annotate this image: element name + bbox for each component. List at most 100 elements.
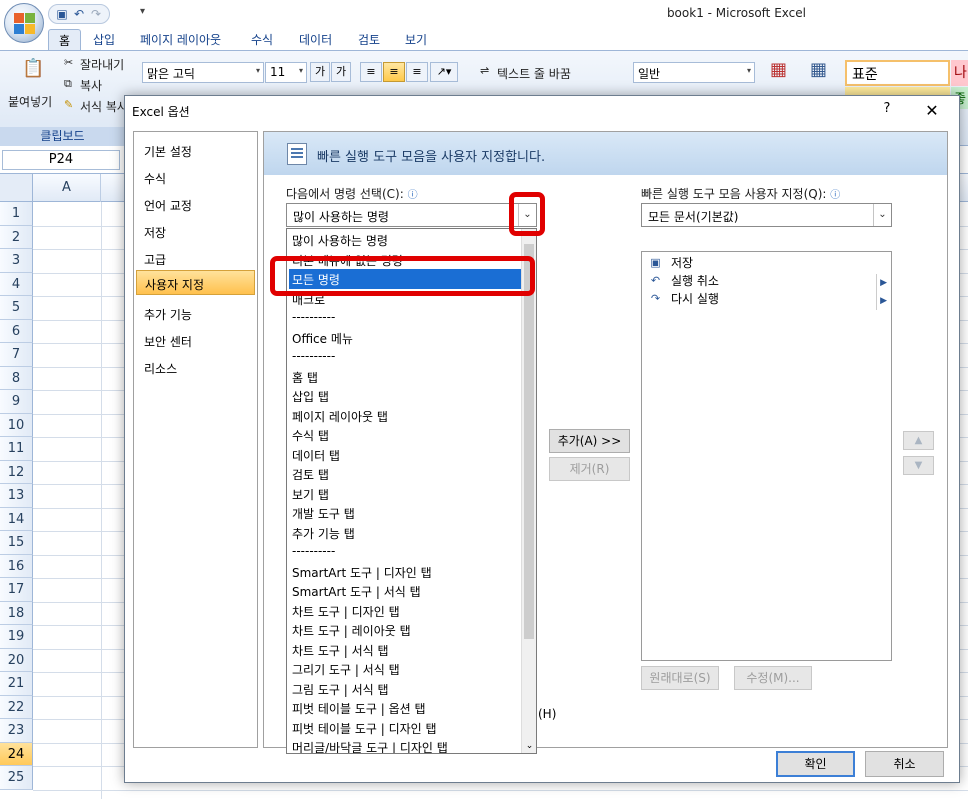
dropdown-option[interactable]: 머리글/바닥글 도구 | 디자인 탭 [289,737,522,753]
help-icon[interactable]: ? [877,101,897,121]
row-header[interactable]: 25 [0,766,33,790]
dropdown-option[interactable]: 피벗 테이블 도구 | 디자인 탭 [289,718,522,738]
row-header[interactable]: 23 [0,719,33,743]
nav-item-customize[interactable]: 사용자 지정 [136,270,255,295]
reset-button[interactable]: 원래대로(S) [641,666,719,690]
nav-item-resources[interactable]: 리소스 [136,355,255,380]
tab-insert[interactable]: 삽입 [83,29,125,50]
tab-view[interactable]: 보기 [395,29,437,50]
dropdown-option[interactable]: SmartArt 도구 | 디자인 탭 [289,562,522,582]
column-header-a[interactable]: A [33,174,101,202]
style-normal[interactable]: 표준 [845,60,950,86]
number-format-combo[interactable]: 일반 ▾ [633,62,755,83]
tab-formulas[interactable]: 수식 [241,29,283,50]
dropdown-option[interactable]: Office 메뉴 [289,328,522,348]
dropdown-scrollbar[interactable]: ⌄ [521,229,536,753]
scroll-down-icon[interactable]: ⌄ [524,741,535,751]
list-item[interactable]: ↶ 실행 취소 ▶ [644,272,889,292]
dropdown-option[interactable]: 홈 탭 [289,367,522,387]
dropdown-option[interactable]: ---------- [289,542,522,562]
row-header[interactable]: 5 [0,296,33,320]
row-header[interactable]: 13 [0,484,33,508]
dropdown-option[interactable]: 그림 도구 | 서식 탭 [289,679,522,699]
row-header[interactable]: 11 [0,437,33,461]
nav-item-advanced[interactable]: 고급 [136,246,255,271]
commands-dropdown-list[interactable]: 많이 사용하는 명령 리본 메뉴에 없는 명령 모든 명령 매크로 ----------… [286,228,537,754]
select-all-corner[interactable] [0,174,33,202]
align-middle-button[interactable]: ≡ [383,62,405,82]
row-header[interactable]: 3 [0,249,33,273]
row-header[interactable]: 8 [0,366,33,390]
ok-button[interactable]: 확인 [776,751,855,777]
style-bad[interactable]: 나 [951,60,968,86]
nav-item-addins[interactable]: 추가 기능 [136,301,255,326]
align-top-button[interactable]: ≡ [360,62,382,82]
nav-item-save[interactable]: 저장 [136,219,255,244]
row-header[interactable]: 18 [0,601,33,625]
chevron-down-icon[interactable]: ⌄ [873,204,891,226]
row-header[interactable]: 16 [0,554,33,578]
align-bottom-button[interactable]: ≡ [406,62,428,82]
dropdown-option[interactable]: 차트 도구 | 디자인 탭 [289,601,522,621]
font-name-combo[interactable]: 맑은 고딕 ▾ [142,62,264,83]
dropdown-option[interactable]: 추가 기능 탭 [289,523,522,543]
cut-button[interactable]: 잘라내기 [80,56,124,73]
font-size-combo[interactable]: 11 ▾ [265,62,307,83]
row-header[interactable]: 22 [0,695,33,719]
qat-commands-list[interactable]: ▣ 저장 ↶ 실행 취소 ▶ ↷ 다시 실행 ▶ [641,251,892,661]
nav-item-popular[interactable]: 기본 설정 [136,138,255,163]
dropdown-option[interactable]: 페이지 레이아웃 탭 [289,406,522,426]
move-down-button[interactable]: ▼ [903,456,934,475]
name-box[interactable]: P24 [2,150,120,170]
wrap-text-button[interactable]: 텍스트 줄 바꿈 [497,65,571,82]
scrollbar-thumb[interactable] [524,244,534,639]
dropdown-option[interactable]: 차트 도구 | 서식 탭 [289,640,522,660]
row-header[interactable]: 6 [0,319,33,343]
dropdown-option[interactable]: ---------- [289,347,522,367]
row-header[interactable]: 24 [0,742,33,766]
move-up-button[interactable]: ▲ [903,431,934,450]
copy-button[interactable]: 복사 [80,77,102,94]
format-painter-button[interactable]: 서식 복사 [80,98,128,115]
nav-item-proofing[interactable]: 언어 교정 [136,192,255,217]
row-header[interactable]: 2 [0,225,33,249]
cancel-button[interactable]: 취소 [865,751,944,777]
row-header[interactable]: 21 [0,672,33,696]
choose-commands-combo[interactable]: 많이 사용하는 명령 ⌄ [286,203,537,227]
add-button[interactable]: 추가(A) >> [549,429,630,453]
row-header[interactable]: 12 [0,460,33,484]
list-item[interactable]: ▣ 저장 [644,254,889,272]
dropdown-option[interactable]: 개발 도구 탭 [289,503,522,523]
dropdown-option[interactable]: 그리기 도구 | 서식 탭 [289,659,522,679]
row-header[interactable]: 19 [0,625,33,649]
row-header[interactable]: 4 [0,272,33,296]
row-header[interactable]: 17 [0,578,33,602]
row-header[interactable]: 9 [0,390,33,414]
row-header[interactable]: 15 [0,531,33,555]
row-header[interactable]: 1 [0,202,33,226]
dropdown-option[interactable]: 데이터 탭 [289,445,522,465]
dropdown-option[interactable]: 피벗 테이블 도구 | 옵션 탭 [289,698,522,718]
dropdown-option[interactable]: SmartArt 도구 | 서식 탭 [289,581,522,601]
orientation-button[interactable]: ↗▾ [430,62,458,82]
tab-page-layout[interactable]: 페이지 레이아웃 [130,29,231,50]
remove-button[interactable]: 제거(R) [549,457,630,481]
tab-home[interactable]: 홈 [48,29,82,51]
dropdown-option[interactable]: 수식 탭 [289,425,522,445]
list-item[interactable]: ↷ 다시 실행 ▶ [644,290,889,310]
close-icon[interactable]: ✕ [920,100,944,122]
dropdown-option[interactable]: 보기 탭 [289,484,522,504]
shrink-font-button[interactable]: 가 [331,62,351,82]
modify-button[interactable]: 수정(M)... [734,666,812,690]
conditional-format-icon[interactable]: ▦ [770,59,787,80]
row-header[interactable]: 7 [0,343,33,367]
nav-item-trust-center[interactable]: 보안 센터 [136,328,255,353]
grow-font-button[interactable]: 가 [310,62,330,82]
tab-review[interactable]: 검토 [348,29,390,50]
office-button[interactable] [4,3,44,43]
dropdown-option[interactable]: 삽입 탭 [289,386,522,406]
paste-button[interactable]: 붙여넣기 [8,93,52,110]
nav-item-formulas[interactable]: 수식 [136,165,255,190]
customize-qat-combo[interactable]: 모든 문서(기본값) ⌄ [641,203,892,227]
row-header[interactable]: 10 [0,413,33,437]
